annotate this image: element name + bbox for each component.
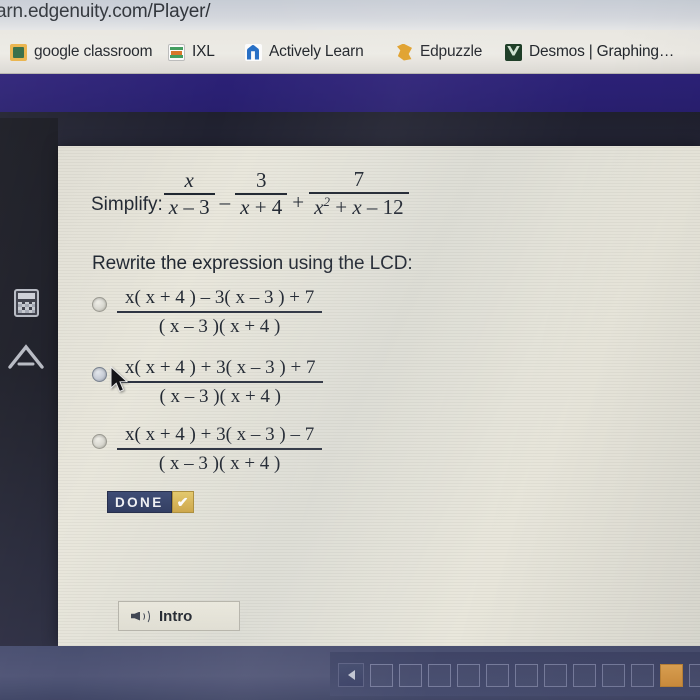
option-expression-a: x( x + 4 ) – 3( x – 3 ) + 7 ( x – 3 )( x…	[117, 287, 323, 338]
pager-step-12[interactable]	[689, 663, 700, 687]
simplify-label: Simplify:	[91, 194, 163, 216]
screenshot-root: arn.edgenuity.com/Player/ google classro…	[0, 0, 700, 700]
fraction-denominator: x2 + x – 12	[314, 193, 404, 219]
sidebar-item-calculator[interactable]	[6, 283, 46, 323]
fraction-numerator: 3	[255, 168, 267, 192]
bookmark-google-classroom[interactable]: google classroom	[10, 39, 152, 65]
question-prompt: Rewrite the expression using the LCD:	[92, 253, 413, 274]
done-button[interactable]: DONE	[107, 491, 172, 513]
option-denominator: ( x – 3 )( x + 4 )	[158, 453, 281, 474]
pager-step-5[interactable]	[486, 663, 509, 687]
check-icon[interactable]: ✔	[171, 491, 194, 513]
sidebar-item-glossary[interactable]	[6, 336, 46, 376]
intro-label: Intro	[159, 607, 193, 625]
pager-step-11[interactable]	[660, 663, 683, 687]
pager-step-4[interactable]	[457, 663, 480, 687]
browser-url-bar[interactable]: arn.edgenuity.com/Player/	[0, 0, 700, 30]
bookmark-label: Desmos | Graphing…	[529, 43, 675, 60]
operator-minus: –	[219, 190, 231, 215]
pager-step-9[interactable]	[602, 663, 625, 687]
actively-learn-icon	[245, 43, 262, 61]
fraction-numerator: x	[184, 168, 194, 192]
radio-button-c[interactable]	[92, 434, 107, 449]
answer-option-a[interactable]: x( x + 4 ) – 3( x – 3 ) + 7 ( x – 3 )( x…	[92, 287, 323, 338]
fraction-denominator: x + 4	[240, 194, 283, 219]
fraction-term-2: 3 x + 4	[235, 168, 288, 219]
fraction-numerator: 7	[353, 167, 365, 191]
pager-step-7[interactable]	[544, 663, 567, 687]
desmos-icon	[505, 43, 522, 61]
back-arrow-icon	[347, 670, 355, 680]
pager-step-10[interactable]	[631, 663, 654, 687]
bookmark-actively-learn[interactable]: Actively Learn	[245, 39, 364, 65]
fraction-term-3: 7 x2 + x – 12	[309, 168, 409, 218]
pager-step-2[interactable]	[399, 663, 422, 687]
option-expression-b: x( x + 4 ) + 3( x – 3 ) + 7 ( x – 3 )( x…	[117, 357, 324, 408]
pager-step-8[interactable]	[573, 663, 596, 687]
radio-button-a[interactable]	[92, 297, 107, 312]
operator-plus: +	[292, 190, 305, 215]
bookmark-ixl[interactable]: IXL	[168, 39, 215, 65]
pager-step-6[interactable]	[515, 663, 538, 687]
option-numerator: x( x + 4 ) + 3( x – 3 ) + 7	[125, 357, 316, 378]
intro-button[interactable]: Intro	[118, 601, 240, 631]
done-control[interactable]: DONE ✔	[107, 491, 194, 513]
option-denominator: ( x – 3 )( x + 4 )	[158, 316, 281, 337]
lesson-title-cutoff	[96, 112, 396, 117]
pager-back-button[interactable]	[338, 663, 364, 687]
bookmark-label: IXL	[192, 43, 215, 60]
bookmark-desmos[interactable]: Desmos | Graphing…	[505, 39, 674, 65]
bookmark-label: Actively Learn	[269, 43, 364, 60]
radio-button-b[interactable]	[92, 367, 107, 382]
step-pager[interactable]	[338, 658, 700, 692]
option-numerator: x( x + 4 ) + 3( x – 3 ) – 7	[125, 424, 315, 445]
speaker-icon	[131, 608, 150, 624]
fraction-denominator: x – 3	[168, 194, 210, 219]
option-numerator: x( x + 4 ) – 3( x – 3 ) + 7	[125, 287, 315, 308]
simplify-expression: Simplify: x x – 3 – 3 x + 4 + 7 x2 + x –…	[91, 168, 410, 218]
pager-step-1[interactable]	[370, 663, 393, 687]
bookmark-edpuzzle[interactable]: Edpuzzle	[396, 39, 482, 65]
option-denominator: ( x – 3 )( x + 4 )	[159, 386, 281, 407]
bookmarks-bar: google classroom IXL Actively Learn Edpu…	[0, 30, 700, 74]
answer-option-c[interactable]: x( x + 4 ) + 3( x – 3 ) – 7 ( x – 3 )( x…	[92, 424, 323, 475]
pager-step-3[interactable]	[428, 663, 451, 687]
ixl-icon	[168, 43, 185, 61]
up-arrow-icon	[8, 344, 44, 369]
bookmark-label: google classroom	[34, 43, 153, 60]
option-expression-c: x( x + 4 ) + 3( x – 3 ) – 7 ( x – 3 )( x…	[117, 424, 323, 475]
fraction-term-1: x x – 3	[163, 168, 215, 219]
edpuzzle-icon	[396, 44, 413, 61]
url-text[interactable]: arn.edgenuity.com/Player/	[0, 1, 211, 23]
google-classroom-icon	[10, 43, 27, 61]
bookmark-label: Edpuzzle	[420, 43, 483, 60]
tool-sidebar	[0, 118, 58, 678]
calculator-icon	[13, 289, 39, 317]
